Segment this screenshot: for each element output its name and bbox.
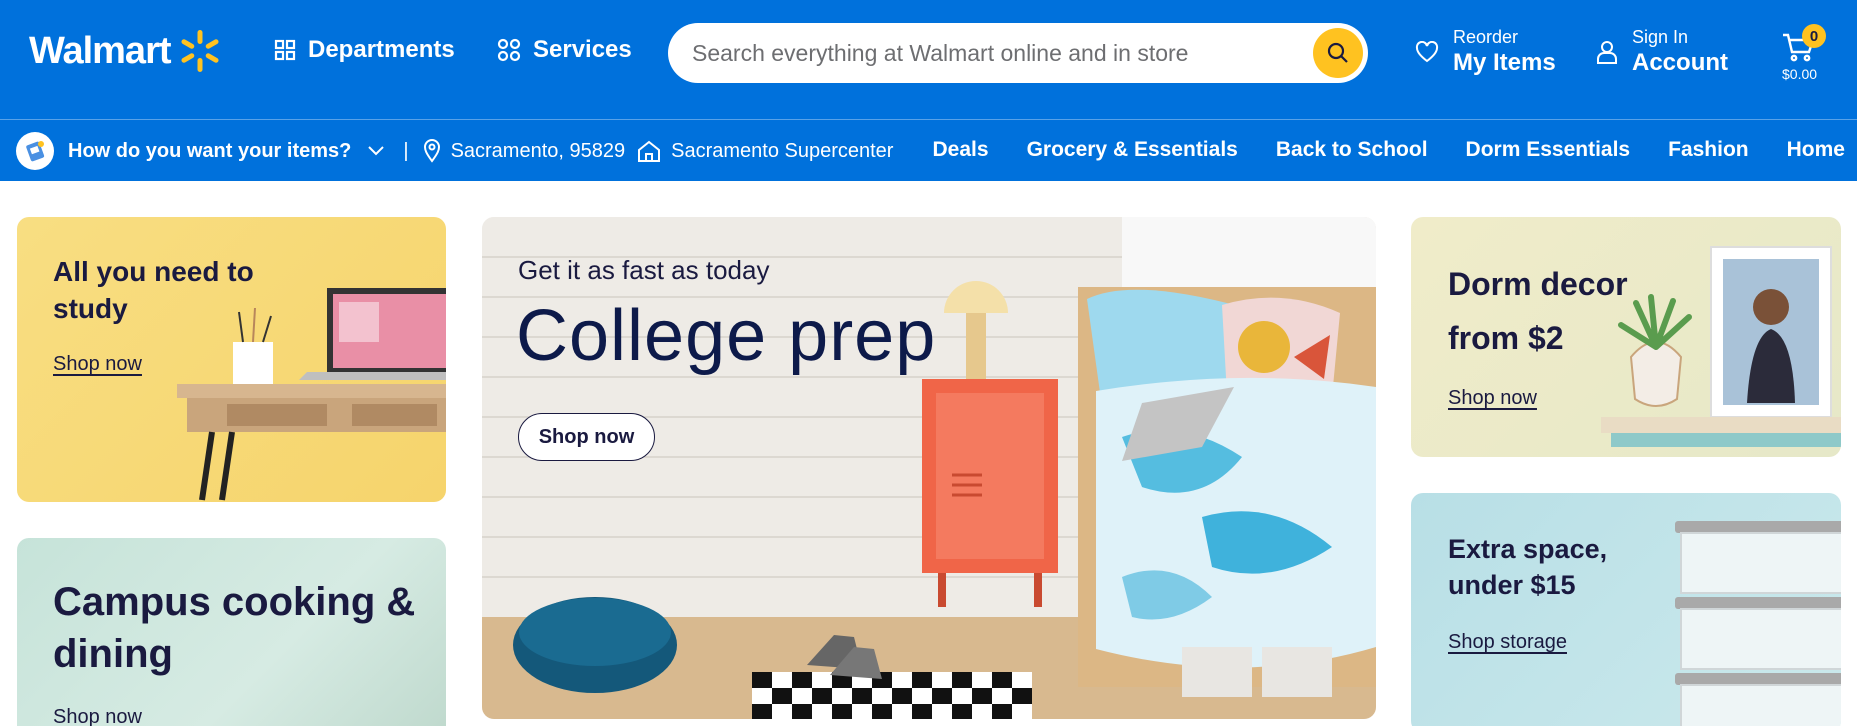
store-icon xyxy=(638,140,661,162)
person-icon xyxy=(1597,41,1617,64)
cooking-shop-now-link[interactable]: Shop now xyxy=(53,706,142,726)
heart-icon xyxy=(1415,41,1439,63)
walmart-logo[interactable]: Walmart xyxy=(29,28,223,74)
chevron-down-icon xyxy=(368,146,385,156)
college-prep-hero[interactable]: Get it as fast as today College prep Sho… xyxy=(482,217,1376,719)
location-button[interactable]: Sacramento, 95829 xyxy=(423,139,626,163)
store-button[interactable]: Sacramento Supercenter xyxy=(637,140,893,163)
cart-count-badge: 0 xyxy=(1802,24,1826,48)
search-button[interactable] xyxy=(1313,28,1363,78)
grid-icon xyxy=(274,39,296,61)
reorder-label: Reorder xyxy=(1453,27,1519,47)
sub-navigation-bar: How do you want your items? | Sacramento… xyxy=(0,119,1857,181)
cart-total: $0.00 xyxy=(1782,66,1818,82)
cart-button[interactable]: 0 $0.00 xyxy=(1778,24,1828,84)
search-icon xyxy=(1327,42,1348,63)
account-label: Account xyxy=(1632,49,1728,76)
my-items-label: My Items xyxy=(1453,49,1556,76)
category-nav: Deals Grocery & Essentials Back to Schoo… xyxy=(895,138,1845,162)
services-label: Services xyxy=(533,36,632,63)
dorm-room-scene xyxy=(482,217,1376,719)
separator: | xyxy=(403,139,409,162)
cooking-card[interactable]: Campus cooking & dining Shop now xyxy=(17,538,446,726)
store-text: Sacramento Supercenter xyxy=(671,139,894,162)
location-text: Sacramento, 95829 xyxy=(450,139,626,162)
storage-card[interactable]: Extra space, under $15 Shop storage xyxy=(1411,493,1841,726)
departments-button[interactable]: Departments xyxy=(274,36,455,64)
dorm-card-title: Dorm decor from $2 xyxy=(1448,266,1628,356)
nav-grocery-essentials[interactable]: Grocery & Essentials xyxy=(1027,138,1238,162)
dorm-shop-now-link[interactable]: Shop now xyxy=(1448,387,1537,410)
account-signin[interactable]: Sign In Account xyxy=(1596,26,1728,78)
storage-bins-illustration xyxy=(1675,521,1841,726)
fulfillment-question: How do you want your items? xyxy=(68,139,352,162)
study-card[interactable]: All you need to study Shop now xyxy=(17,217,446,502)
departments-label: Departments xyxy=(308,36,455,63)
hero-title: College prep xyxy=(516,296,937,376)
header-bar: Walmart Departments Services Search ever… xyxy=(0,0,1857,119)
cooking-card-title: Campus cooking & dining xyxy=(53,580,416,676)
nav-deals[interactable]: Deals xyxy=(933,138,989,162)
logo-text: Walmart xyxy=(29,29,172,72)
hero-subtitle: Get it as fast as today xyxy=(518,255,770,285)
storage-card-title: Extra space, under $15 xyxy=(1448,534,1608,600)
nav-back-to-school[interactable]: Back to School xyxy=(1276,138,1428,162)
shop-storage-link[interactable]: Shop storage xyxy=(1448,631,1567,654)
fulfillment-selector: How do you want your items? | Sacramento… xyxy=(16,132,893,170)
desk-laptop-illustration xyxy=(177,288,446,501)
nav-home[interactable]: Home xyxy=(1787,138,1845,162)
hero-shop-now-button[interactable]: Shop now xyxy=(518,413,655,461)
search-bar xyxy=(668,23,1368,83)
spark-icon xyxy=(180,30,219,72)
search-input[interactable] xyxy=(692,39,1313,67)
services-button[interactable]: Services xyxy=(497,36,632,64)
nav-fashion[interactable]: Fashion xyxy=(1668,138,1749,162)
signin-label: Sign In xyxy=(1632,27,1689,47)
reorder-my-items[interactable]: Reorder My Items xyxy=(1415,26,1556,78)
location-pin-icon xyxy=(423,139,440,163)
fulfillment-icon xyxy=(16,132,54,170)
study-shop-now-link[interactable]: Shop now xyxy=(53,353,142,376)
nav-dorm-essentials[interactable]: Dorm Essentials xyxy=(1466,138,1631,162)
dorm-decor-card[interactable]: Dorm decor from $2 Shop now xyxy=(1411,217,1841,457)
fulfillment-question-button[interactable]: How do you want your items? xyxy=(68,140,385,163)
services-grid-icon xyxy=(497,38,521,62)
